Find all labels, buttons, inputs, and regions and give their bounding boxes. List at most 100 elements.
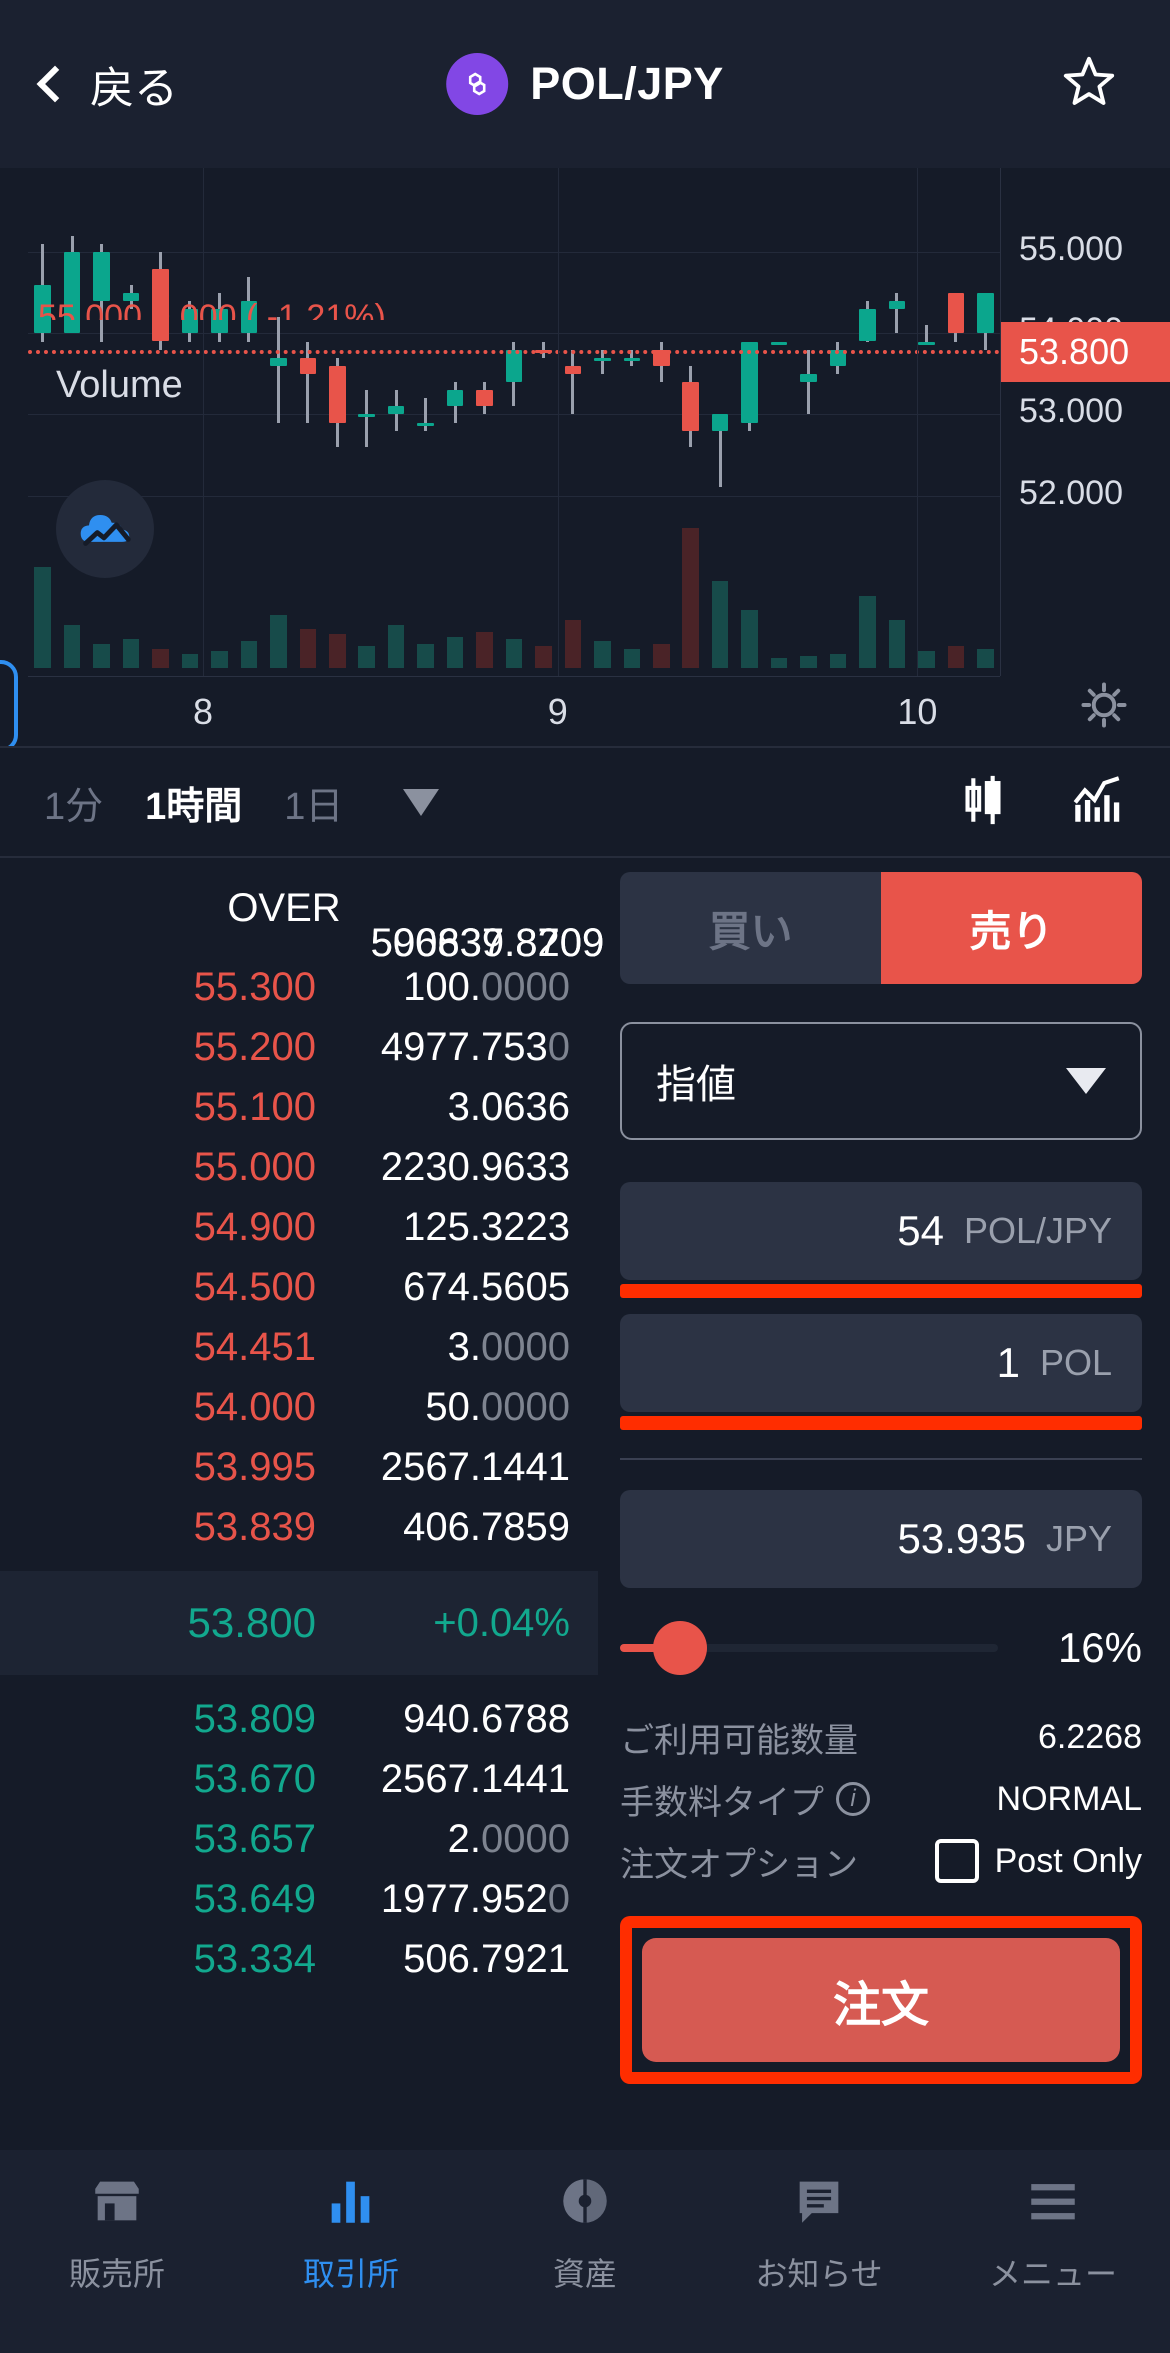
order-book-row[interactable]: 55.000 2230.9633 (0, 1137, 598, 1197)
last-price-line (28, 349, 1000, 354)
order-book-price: 55.000 (193, 1144, 316, 1189)
favorite-star-icon[interactable] (1060, 53, 1118, 116)
volume-bar (829, 653, 847, 668)
post-only-group[interactable]: Post Only (934, 1839, 1142, 1883)
chart-x-axis: 8 9 10 (28, 676, 1000, 746)
timeframe-toolbar: 1分 1時間 1日 (0, 748, 1170, 858)
buy-sell-toggle: 買い 売り (620, 872, 1142, 984)
page-title: POL/JPY (530, 58, 724, 109)
chevron-down-icon[interactable] (403, 788, 440, 816)
timeframe-1d[interactable]: 1日 (284, 775, 343, 830)
volume-bar (446, 636, 464, 668)
volume-label: Volume (56, 364, 183, 406)
order-book-amount: 940.6788 (403, 1696, 570, 1741)
price-chart[interactable]: 55.000 0.000 ( -1.21%) Volume 55.00054.0… (0, 168, 1170, 748)
message-icon (790, 2172, 848, 2235)
indicator-chart-icon[interactable] (1068, 771, 1126, 834)
candle-body (711, 414, 729, 431)
nav-item-pie-chart[interactable]: 資産 (468, 2172, 702, 2295)
candle-body (329, 365, 346, 423)
timeframe-1m[interactable]: 1分 (44, 775, 103, 830)
order-book-row[interactable]: 53.657 2.0000 (0, 1809, 598, 1869)
order-book-row[interactable]: 54.500 674.5605 (0, 1257, 598, 1317)
timeframe-1h[interactable]: 1時間 (145, 775, 242, 830)
nav-item-bar-chart[interactable]: 取引所 (234, 2172, 468, 2295)
candlestick (741, 341, 758, 431)
sell-tab[interactable]: 売り (881, 872, 1142, 984)
hamburger-menu-icon (1024, 2172, 1082, 2235)
candlestick-icon[interactable] (954, 771, 1012, 834)
candlestick (417, 398, 434, 431)
amount-slider[interactable] (620, 1621, 998, 1675)
order-book-amount: 506.7921 (403, 1936, 570, 1981)
volume-bar (918, 651, 935, 668)
ask-rows: 55.300 100.0000 55.200 4977.7530 55.100 3.063… (0, 957, 598, 1557)
chart-settings-gear-icon[interactable] (1076, 677, 1132, 738)
candle-body (800, 373, 817, 383)
volume-bar (741, 610, 758, 668)
amount-field-wrap: 1 POL (620, 1314, 1142, 1430)
candlestick (682, 365, 699, 447)
order-type-select[interactable]: 指値 (620, 1022, 1142, 1140)
submit-order-button[interactable]: 注文 (642, 1938, 1120, 2062)
candle-body (564, 365, 582, 374)
order-book-row[interactable]: 55.100 3.0636 (0, 1077, 598, 1137)
chart-plot-area[interactable] (28, 168, 1000, 676)
last-price-row[interactable]: 53.800 +0.04% (0, 1571, 598, 1675)
candle-body (888, 300, 906, 310)
order-book-row[interactable]: 53.649 1977.9520 (0, 1869, 598, 1929)
candle-wick (807, 349, 811, 415)
volume-bar (211, 651, 228, 668)
order-book: OVER 590637.8709 506839.8209 55.300 100.0… (0, 858, 604, 2054)
order-book-row[interactable]: 53.839 406.7859 (0, 1497, 598, 1557)
volume-bar (34, 566, 51, 668)
back-button[interactable]: 戻る (36, 52, 178, 116)
candle-wick (924, 325, 928, 342)
order-book-price: 54.000 (193, 1384, 316, 1429)
volume-bar (888, 619, 906, 668)
nav-label: 資産 (552, 2256, 617, 2292)
amount-input[interactable]: 1 POL (620, 1314, 1142, 1412)
order-book-amount: 2567.1441 (380, 1756, 570, 1801)
nav-item-hamburger-menu[interactable]: メニュー (936, 2172, 1170, 2295)
volume-bar (299, 629, 317, 668)
price-field-wrap: 54 POL/JPY (620, 1182, 1142, 1298)
order-book-row[interactable]: 53.334 506.7921 (0, 1929, 598, 1989)
available-amount-row: ご利用可能数量 6.2268 (620, 1706, 1142, 1768)
chart-gridline (28, 414, 1000, 416)
volume-bar (800, 655, 817, 668)
chart-y-axis: 55.00054.00053.00052.00053.800 (1000, 168, 1170, 676)
order-book-row[interactable]: 54.000 50.0000 (0, 1377, 598, 1437)
candle-body (446, 390, 464, 407)
fee-value: NORMAL (996, 1779, 1142, 1818)
candle-body (270, 357, 287, 366)
volume-bar (181, 653, 199, 668)
order-book-row[interactable]: 53.995 2567.1441 (0, 1437, 598, 1497)
post-only-checkbox[interactable] (934, 1839, 979, 1883)
last-price-change: +0.04% (433, 1600, 570, 1645)
order-book-row[interactable]: 54.900 125.3223 (0, 1197, 598, 1257)
order-option-row: 注文オプション Post Only (620, 1830, 1142, 1892)
buy-tab[interactable]: 買い (620, 872, 881, 984)
candle-wick (895, 292, 899, 334)
order-book-row[interactable]: 53.809 940.6788 (0, 1689, 598, 1749)
price-input[interactable]: 54 POL/JPY (620, 1182, 1142, 1280)
volume-bar (623, 648, 641, 668)
volume-bar (122, 639, 140, 668)
order-book-row[interactable]: 54.451 3.0000 (0, 1317, 598, 1377)
nav-item-store[interactable]: 販売所 (0, 2172, 234, 2295)
info-icon[interactable]: i (836, 1782, 870, 1816)
nav-item-message[interactable]: お知らせ (702, 2172, 936, 2295)
order-book-price: 53.809 (193, 1696, 316, 1741)
order-book-amount: 3.0636 (447, 1084, 570, 1129)
order-book-amount: 406.7859 (403, 1504, 570, 1549)
order-book-row[interactable]: 53.670 2567.1441 (0, 1749, 598, 1809)
total-input[interactable]: 53.935 JPY (620, 1490, 1142, 1588)
chevron-down-icon (1066, 1068, 1106, 1094)
slider-thumb[interactable] (653, 1621, 708, 1675)
order-book-row[interactable]: 55.300 100.0000 (0, 957, 598, 1017)
order-book-row[interactable]: 55.200 4977.7530 (0, 1017, 598, 1077)
chart-left-handle[interactable] (0, 660, 18, 746)
volume-bar (535, 646, 552, 668)
x-axis-tick: 8 (192, 691, 213, 732)
